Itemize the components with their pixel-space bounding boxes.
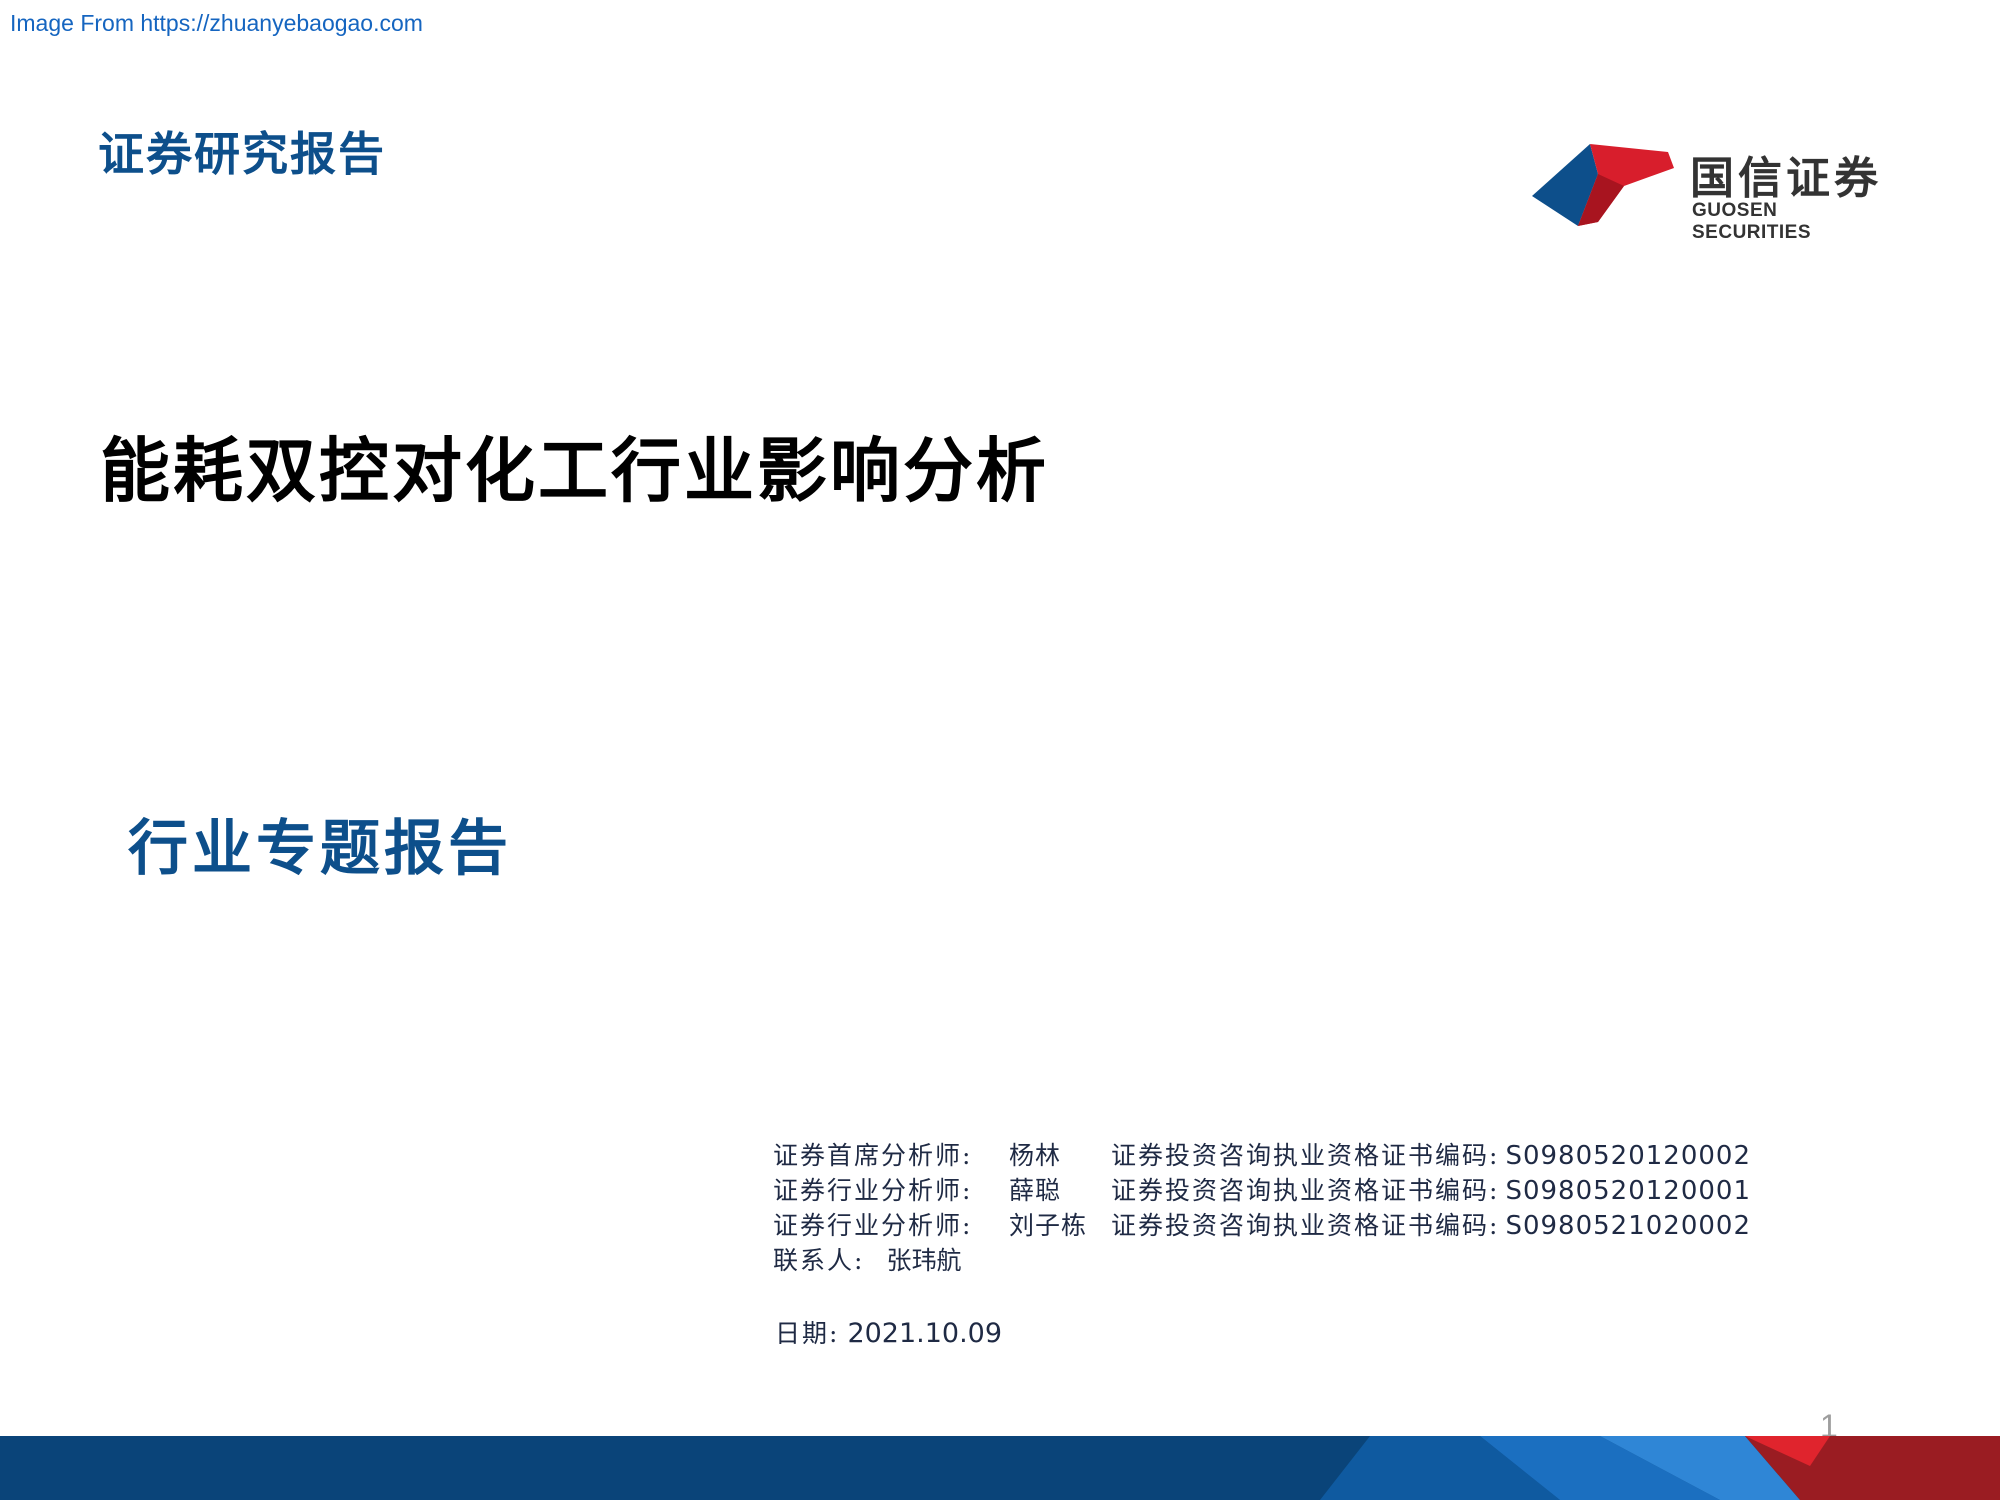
analyst-name: 杨林: [1009, 1141, 1062, 1170]
analyst-role: 证券首席分析师:: [773, 1141, 973, 1170]
date-label: 日期:: [775, 1319, 840, 1348]
report-date: 日期: 2021.10.09: [775, 1314, 1002, 1350]
cert-code: S0980520120002: [1505, 1141, 1751, 1171]
report-subtitle: 行业专题报告: [128, 814, 512, 884]
analyst-list: 证券首席分析师: 杨林 证券投资咨询执业资格证书编码: S0980520120002 …: [773, 1138, 1751, 1278]
cert-code: S0980520120001: [1505, 1176, 1751, 1206]
date-value: 2021.10.09: [847, 1318, 1003, 1349]
analyst-row: 证券行业分析师: 刘子栋 证券投资咨询执业资格证书编码: S0980521020002: [773, 1208, 1751, 1243]
source-watermark: Image From https://zhuanyebaogao.com: [10, 10, 423, 36]
contact-row: 联系人: 张玮航: [773, 1243, 1751, 1278]
footer-band: [0, 1436, 2000, 1500]
contact-name: 张玮航: [886, 1246, 962, 1275]
analyst-name: 刘子栋: [1009, 1211, 1088, 1240]
logo-name-en: GUOSEN SECURITIES: [1692, 200, 1812, 243]
analyst-name: 薛聪: [1009, 1176, 1062, 1205]
cert-label: 证券投资咨询执业资格证书编码:: [1111, 1141, 1500, 1170]
logo-name-cn: 国信证券: [1690, 153, 1882, 204]
report-type-label: 证券研究报告: [98, 127, 386, 181]
contact-label: 联系人:: [773, 1246, 865, 1275]
analyst-row: 证券首席分析师: 杨林 证券投资咨询执业资格证书编码: S0980520120002: [773, 1138, 1751, 1173]
cert-label: 证券投资咨询执业资格证书编码:: [1111, 1176, 1500, 1205]
analyst-role: 证券行业分析师:: [773, 1211, 973, 1240]
guosen-logo-icon: [1532, 144, 1674, 226]
cert-label: 证券投资咨询执业资格证书编码:: [1111, 1211, 1500, 1240]
analyst-role: 证券行业分析师:: [773, 1176, 973, 1205]
cert-code: S0980521020002: [1505, 1211, 1751, 1241]
analyst-row: 证券行业分析师: 薛聪 证券投资咨询执业资格证书编码: S0980520120001: [773, 1173, 1751, 1208]
page-title: 能耗双控对化工行业影响分析: [100, 429, 1049, 512]
guosen-logo: 国信证券 GUOSEN SECURITIES: [1532, 138, 1892, 243]
